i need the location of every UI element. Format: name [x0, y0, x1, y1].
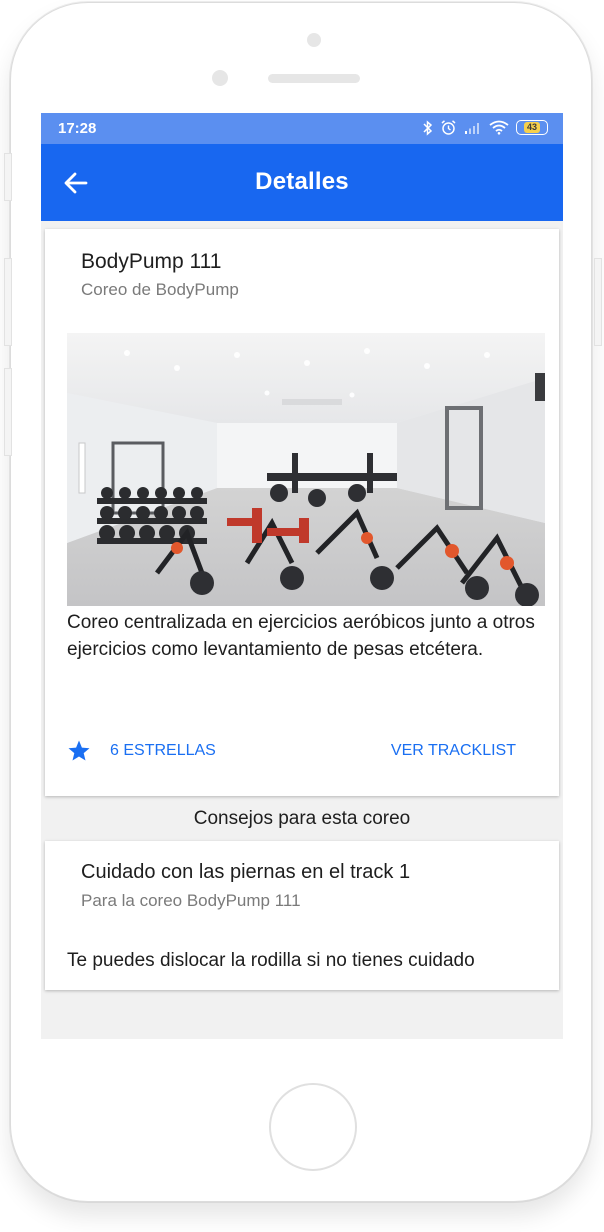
signal-icon — [465, 122, 479, 134]
choreo-card: BodyPump 111 Coreo de BodyPump Coreo cen… — [45, 229, 559, 796]
volume-up-button — [4, 258, 12, 346]
wifi-icon — [489, 120, 509, 135]
gym-photo — [67, 333, 545, 606]
tip-card: Cuidado con las piernas en el track 1 Pa… — [45, 841, 559, 990]
power-button — [594, 258, 602, 346]
choreo-subtitle: Coreo de BodyPump — [81, 280, 239, 299]
status-icons: 43 — [423, 119, 548, 136]
front-camera — [307, 33, 321, 47]
battery-level: 43 — [523, 122, 540, 133]
app-screen: 17:28 43 Detalles BodyPump 111 Coreo de … — [41, 113, 563, 1039]
stars-button[interactable]: 6 ESTRELLAS — [110, 742, 216, 760]
choreo-title: BodyPump 111 — [81, 250, 222, 273]
tip-body: Te puedes dislocar la rodilla si no tien… — [67, 950, 475, 971]
mute-switch — [4, 153, 12, 201]
page-title: Detalles — [255, 168, 349, 195]
bluetooth-icon — [423, 119, 433, 136]
tips-section-label: Consejos para esta coreo — [193, 808, 411, 829]
proximity-sensor — [212, 70, 228, 86]
alarm-icon — [441, 120, 456, 135]
app-bar: Detalles — [41, 144, 563, 221]
status-bar: 17:28 43 — [41, 113, 563, 144]
choreo-description: Coreo centralizada en ejercicios aeróbic… — [67, 612, 535, 660]
battery-icon: 43 — [516, 120, 548, 135]
tip-title: Cuidado con las piernas en el track 1 — [81, 861, 411, 883]
star-icon — [68, 740, 90, 761]
home-button[interactable] — [269, 1083, 357, 1171]
tip-subtitle: Para la coreo BodyPump 111 — [81, 891, 301, 910]
view-tracklist-button[interactable]: VER TRACKLIST — [391, 742, 516, 760]
earpiece-speaker — [268, 74, 360, 83]
card-actions: 6 ESTRELLAS VER TRACKLIST — [67, 738, 537, 764]
volume-down-button — [4, 368, 12, 456]
status-time: 17:28 — [58, 120, 97, 137]
